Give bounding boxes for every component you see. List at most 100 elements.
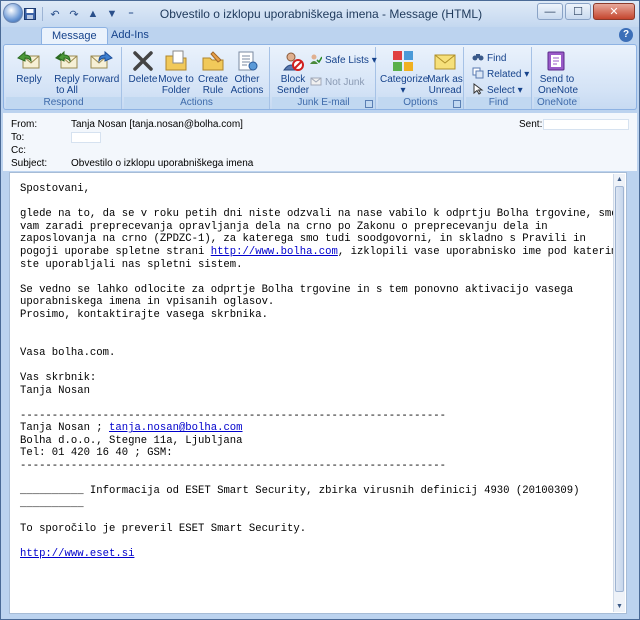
- group-label-respond: Respond: [6, 97, 121, 109]
- help-icon[interactable]: ?: [619, 28, 633, 42]
- categorize-button[interactable]: Categorize ▾: [380, 49, 428, 96]
- window-controls: — ☐ ✕: [537, 3, 635, 20]
- customize-toolbar-icon[interactable]: ⁼: [124, 7, 138, 21]
- scroll-down-icon[interactable]: ▼: [614, 601, 625, 612]
- other-actions-button[interactable]: Other Actions ▾: [228, 49, 266, 107]
- folder-icon: [163, 49, 189, 73]
- sent-label: Sent:: [519, 119, 543, 130]
- delete-button[interactable]: Delete: [124, 49, 162, 95]
- group-label-options: Options: [378, 97, 463, 109]
- scroll-up-icon[interactable]: ▲: [614, 174, 625, 185]
- related-button[interactable]: Related ▾: [472, 67, 529, 82]
- eset-underline-2: __________: [20, 497, 84, 510]
- message-body[interactable]: Spostovani, glede na to, da se v roku pe…: [9, 172, 627, 614]
- cc-label: Cc:: [11, 145, 26, 156]
- forward-icon: [88, 49, 114, 73]
- vertical-scrollbar[interactable]: ▲ ▼: [613, 174, 625, 612]
- subject-label: Subject:: [11, 158, 48, 169]
- ribbon-tabs: Message Add-Ins ?: [1, 27, 639, 45]
- safe-lists-button[interactable]: Safe Lists ▾: [310, 53, 377, 68]
- divider-top: ----------------------------------------…: [20, 409, 446, 422]
- to-label: To:: [11, 132, 25, 143]
- create-rule-icon: [200, 49, 226, 73]
- junk-email-dialog-launcher[interactable]: [365, 100, 373, 108]
- tab-add-ins[interactable]: Add-Ins: [101, 27, 159, 45]
- previous-item-icon[interactable]: ▲: [86, 7, 100, 21]
- signature-email-link[interactable]: tanja.nosan@bolha.com: [109, 422, 243, 434]
- eset-info: Informacija od ESET Smart Security, zbir…: [83, 485, 580, 498]
- minimize-button[interactable]: —: [537, 3, 563, 20]
- onenote-icon: [544, 49, 570, 73]
- create-rule-button[interactable]: Create Rule: [194, 49, 232, 96]
- from-value[interactable]: Tanja Nosan [tanja.nosan@bolha.com]: [71, 119, 243, 130]
- options-dialog-launcher[interactable]: [453, 100, 461, 108]
- signature-phone: Tel: 01 420 16 40 ; GSM:: [20, 447, 173, 460]
- window-title: Obvestilo o izklopu uporabniškega imena …: [159, 7, 483, 21]
- toolbar-separator: [42, 7, 43, 21]
- select-cursor-icon: [472, 83, 484, 98]
- to-value[interactable]: [71, 132, 101, 143]
- reply-icon: [16, 49, 42, 73]
- maximize-button[interactable]: ☐: [565, 3, 591, 20]
- send-to-onenote-button[interactable]: Send to OneNote: [538, 49, 578, 96]
- admin-label: Vas skrbnik:: [20, 371, 97, 384]
- signoff: Vasa bolha.com.: [20, 346, 116, 359]
- group-label-junk-email: Junk E-mail: [272, 97, 375, 109]
- group-label-actions: Actions: [124, 97, 269, 109]
- eset-underline: __________: [20, 485, 84, 498]
- mark-as-unread-button[interactable]: Mark as Unread: [426, 49, 464, 96]
- not-junk-icon: [310, 75, 322, 90]
- categorize-icon: [390, 49, 416, 73]
- next-item-icon[interactable]: ▼: [105, 7, 119, 21]
- signature-name: Tanja Nosan ;: [20, 422, 110, 435]
- group-find: Find Related ▾ Select ▾ Find: [466, 47, 532, 109]
- message-header: From: Tanja Nosan [tanja.nosan@bolha.com…: [3, 113, 637, 171]
- select-button[interactable]: Select ▾: [472, 83, 523, 98]
- admin-name: Tanja Nosan: [20, 384, 90, 397]
- tab-message[interactable]: Message: [41, 27, 108, 45]
- reply-all-button[interactable]: Reply to All: [48, 49, 86, 96]
- delete-icon: [130, 49, 156, 73]
- eset-link[interactable]: http://www.eset.si: [20, 548, 134, 560]
- subject-value: Obvestilo o izklopu uporabniškega imena: [71, 158, 254, 169]
- save-icon[interactable]: [23, 7, 37, 21]
- not-junk-button[interactable]: Not Junk: [310, 75, 364, 90]
- title-bar: ↶ ↷ ▲ ▼ ⁼ Obvestilo o izklopu uporabnišk…: [1, 1, 639, 27]
- bolha-link[interactable]: http://www.bolha.com: [211, 246, 338, 258]
- divider-bottom: ----------------------------------------…: [20, 460, 446, 473]
- quick-access-toolbar: ↶ ↷ ▲ ▼ ⁼: [23, 5, 138, 23]
- eset-checked-text: To sporočilo je preveril ESET Smart Secu…: [20, 523, 307, 536]
- group-onenote: Send to OneNote OneNote: [534, 47, 580, 109]
- group-junk-email: Block Sender Safe Lists ▾ Not Junk Junk …: [272, 47, 377, 109]
- message-window: ↶ ↷ ▲ ▼ ⁼ Obvestilo o izklopu uporabnišk…: [0, 0, 640, 620]
- forward-button[interactable]: Forward: [82, 49, 120, 95]
- group-respond: Reply Reply to All Forward Respond: [6, 47, 122, 109]
- move-to-folder-button[interactable]: Move to Folder ▾: [158, 49, 194, 107]
- message-text: Spostovani, glede na to, da se v roku pe…: [20, 183, 618, 561]
- group-actions: Delete Move to Folder ▾ Create Rule Othe…: [124, 47, 270, 109]
- group-label-find: Find: [466, 97, 531, 109]
- group-options: Categorize ▾ Mark as Unread Options: [378, 47, 464, 109]
- safe-lists-icon: [310, 53, 323, 68]
- related-icon: [472, 67, 484, 82]
- block-sender-icon: [280, 49, 306, 73]
- close-button[interactable]: ✕: [593, 3, 635, 20]
- reply-button[interactable]: Reply: [10, 49, 48, 95]
- redo-icon[interactable]: ↷: [67, 7, 81, 21]
- signature-address: Bolha d.o.o., Stegne 11a, Ljubljana: [20, 434, 243, 447]
- find-button[interactable]: Find: [472, 51, 506, 66]
- sent-value: [543, 119, 629, 130]
- reply-all-icon: [54, 49, 80, 73]
- greeting: Spostovani,: [20, 183, 90, 195]
- block-sender-button[interactable]: Block Sender: [274, 49, 312, 96]
- binoculars-icon: [472, 51, 484, 66]
- ribbon: Reply Reply to All Forward Respond Delet…: [3, 44, 637, 110]
- office-button[interactable]: [3, 3, 23, 23]
- undo-icon[interactable]: ↶: [48, 7, 62, 21]
- group-label-onenote: OneNote: [534, 97, 580, 109]
- scrollbar-thumb[interactable]: [615, 186, 624, 592]
- other-actions-icon: [234, 49, 260, 73]
- paragraph-2: Se vedno se lahko odlocite za odprtje Bo…: [20, 283, 574, 321]
- from-label: From:: [11, 119, 38, 130]
- mark-as-unread-icon: [432, 49, 458, 73]
